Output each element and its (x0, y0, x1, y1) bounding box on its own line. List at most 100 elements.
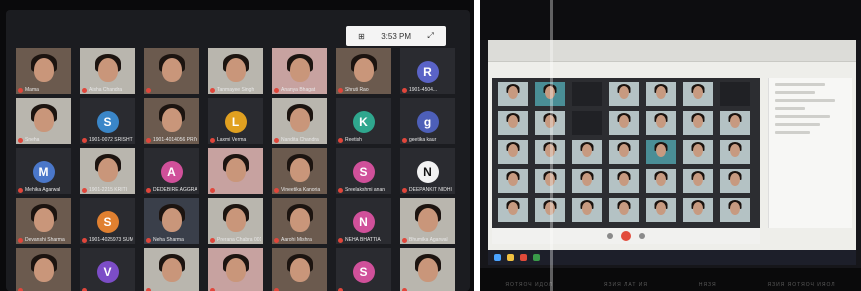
participant-face (619, 173, 629, 186)
muted-mic-icon (402, 237, 407, 243)
participant-tile[interactable] (16, 248, 71, 291)
participant-name: Laxmi Verma (210, 137, 261, 143)
participant-name-text: DEDEBIRE AGGRAWAL (153, 187, 197, 193)
participant-face (582, 202, 592, 215)
zoom-top-bar: ⊞ 3:53 PM ⤢ (346, 26, 446, 46)
meet-participant-tile[interactable] (720, 111, 750, 135)
participant-tile[interactable]: Tanmayee Singh (208, 48, 263, 94)
participant-tile[interactable]: L Laxmi Verma (208, 98, 263, 144)
meet-participant-tile[interactable] (609, 198, 639, 222)
participant-tile[interactable] (144, 248, 199, 291)
participant-tile[interactable] (208, 248, 263, 291)
participant-name: 1901-4014056 PRIYA (146, 137, 197, 143)
muted-mic-icon (274, 187, 279, 193)
participant-tile[interactable]: 1901-4014056 PRIYA (144, 98, 199, 144)
meet-participant-tile[interactable] (720, 169, 750, 193)
participant-name-text: Devanshi Sharma (25, 237, 65, 243)
participant-face (656, 144, 666, 157)
meet-participant-tile[interactable] (683, 198, 713, 222)
meet-participant-tile[interactable] (683, 140, 713, 164)
mic-icon[interactable] (607, 233, 613, 239)
participant-tile[interactable] (144, 48, 199, 94)
meet-participant-tile[interactable] (646, 198, 676, 222)
meet-participant-tile[interactable] (609, 111, 639, 135)
participant-name: 1901-4504... (402, 87, 453, 93)
meet-participant-tile[interactable] (498, 198, 528, 222)
meet-participant-tile[interactable] (609, 82, 639, 106)
participant-tile[interactable]: Aisha Chandra (80, 48, 135, 94)
participant-tile[interactable]: Vineetika Kanoria (272, 148, 327, 194)
meet-participant-tile[interactable] (720, 198, 750, 222)
meet-participant-tile[interactable] (646, 140, 676, 164)
participant-tile[interactable]: Sneha (16, 98, 71, 144)
participant-tile[interactable]: M Mehika Agarwal (16, 148, 71, 194)
end-call-button[interactable] (621, 231, 631, 241)
muted-mic-icon (18, 187, 23, 193)
meet-participant-tile[interactable] (498, 82, 528, 106)
meet-participant-tile[interactable] (572, 82, 602, 106)
meet-participant-tile[interactable] (572, 111, 602, 135)
participant-tile[interactable]: V (80, 248, 135, 291)
participant-tile[interactable] (400, 248, 455, 291)
participant-tile[interactable]: Shruti Rao (336, 48, 391, 94)
meet-participant-tile[interactable] (646, 82, 676, 106)
app-icon[interactable] (533, 254, 540, 261)
participant-tile[interactable]: Neha Sharma (144, 198, 199, 244)
participant-tile[interactable]: N NEHA BHATTIA (336, 198, 391, 244)
participant-tile[interactable] (272, 248, 327, 291)
meet-participant-tile[interactable] (498, 111, 528, 135)
participant-tile[interactable]: R 1901-4504... (400, 48, 455, 94)
meet-participant-tile[interactable] (720, 82, 750, 106)
participant-avatar: S (96, 211, 119, 233)
participant-tile[interactable]: S 1901-0072 SRISHTI S... (80, 98, 135, 144)
participant-tile[interactable]: Mama (16, 48, 71, 94)
meet-participant-tile[interactable] (646, 169, 676, 193)
participant-tile[interactable] (208, 148, 263, 194)
fullscreen-icon[interactable]: ⤢ (427, 31, 433, 41)
meet-participant-tile[interactable] (498, 169, 528, 193)
participant-tile[interactable]: Ananya Bhagat (272, 48, 327, 94)
participant-name: geetika kaur (402, 137, 453, 143)
participant-name: Mehika Agarwal (18, 187, 69, 193)
participant-tile[interactable]: A DEDEBIRE AGGRAWAL (144, 148, 199, 194)
chrome-icon[interactable] (520, 254, 527, 261)
participant-name-text: 1901-4025973 SUMIT (89, 237, 133, 243)
meet-participant-tile[interactable] (498, 140, 528, 164)
meet-participant-tile[interactable] (720, 140, 750, 164)
participant-face (289, 108, 310, 132)
participant-name: Sneha (18, 137, 69, 143)
participant-face (289, 258, 310, 282)
meet-participant-tile[interactable] (572, 140, 602, 164)
muted-mic-icon (274, 237, 279, 243)
participant-tile[interactable]: Devanshi Sharma (16, 198, 71, 244)
participant-name: 1901-2215 KRITI (82, 187, 133, 193)
participant-tile[interactable]: S 1901-4025973 SUMIT (80, 198, 135, 244)
participant-tile[interactable]: N DEEPANKIT NIDHI BO... (400, 148, 455, 194)
meet-participant-tile[interactable] (683, 169, 713, 193)
folder-icon[interactable] (507, 254, 514, 261)
participant-tile[interactable]: 1901-2215 KRITI (80, 148, 135, 194)
participant-tile[interactable]: S (336, 248, 391, 291)
start-icon[interactable] (494, 254, 501, 261)
participant-tile[interactable]: Prerana Chabra 001 (208, 198, 263, 244)
meet-participant-tile[interactable] (609, 169, 639, 193)
participant-tile[interactable]: S Sreelakshmi anan (336, 148, 391, 194)
participant-tile[interactable]: g geetika kaur (400, 98, 455, 144)
participant-name (210, 188, 261, 193)
meet-participant-tile[interactable] (683, 111, 713, 135)
muted-mic-icon (402, 137, 407, 143)
participant-face (289, 158, 310, 182)
meet-participant-tile[interactable] (683, 82, 713, 106)
view-icon[interactable]: ⊞ (358, 32, 365, 41)
participant-tile[interactable]: Nandita Chandra (272, 98, 327, 144)
meet-participant-tile[interactable] (646, 111, 676, 135)
participant-tile[interactable]: Aarohi Mishra (272, 198, 327, 244)
meet-participant-tile[interactable] (609, 140, 639, 164)
participant-tile[interactable]: K Reetish (336, 98, 391, 144)
meet-participant-tile[interactable] (572, 198, 602, 222)
participant-tile[interactable]: Bhumika Agarwal (400, 198, 455, 244)
participant-name: Sreelakshmi anan (338, 187, 389, 193)
muted-mic-icon (82, 137, 87, 143)
meet-participant-tile[interactable] (572, 169, 602, 193)
camera-icon[interactable] (639, 233, 645, 239)
